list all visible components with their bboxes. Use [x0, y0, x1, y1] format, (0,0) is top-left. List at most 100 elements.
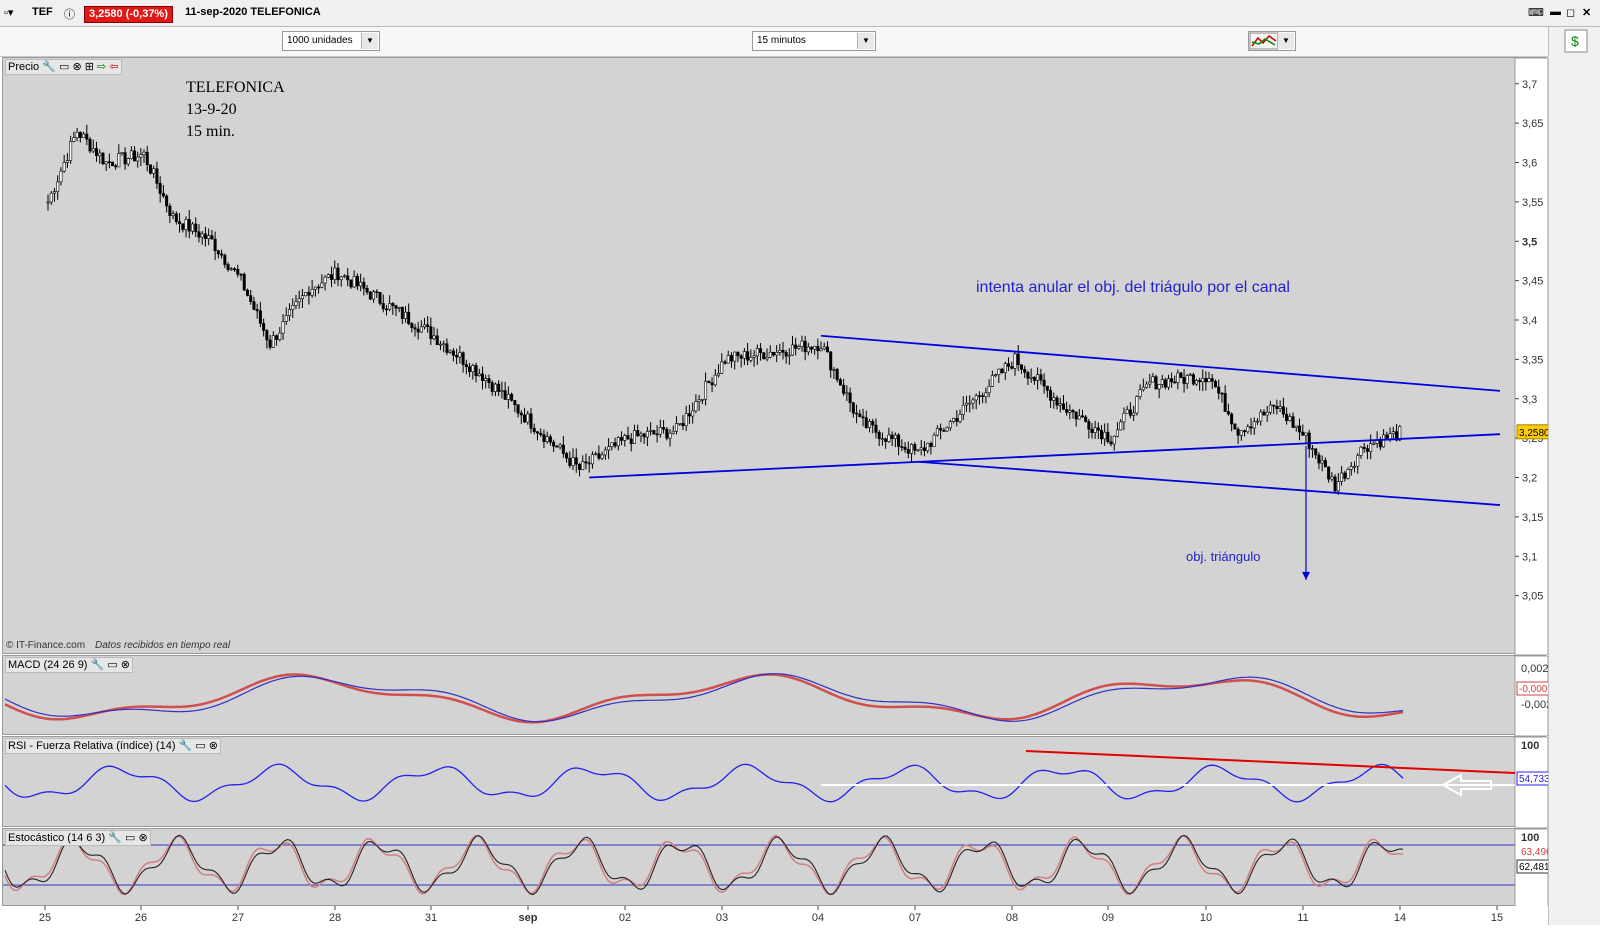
units-select[interactable]: 1000 unidades ▼ — [282, 31, 380, 51]
window-icon[interactable]: ▭ — [125, 832, 135, 844]
rsi-chart[interactable]: 100 54,733 — [3, 737, 1548, 828]
candle-body — [365, 288, 369, 293]
candle-body — [339, 276, 343, 281]
candle-body — [700, 398, 704, 401]
wrench-icon[interactable]: 🔧 — [179, 740, 193, 752]
candle-body — [1304, 432, 1308, 436]
remove-icon[interactable]: ⇦ — [109, 61, 118, 73]
candle-body — [1100, 430, 1104, 440]
candle-body — [974, 395, 978, 401]
candle-body — [294, 301, 298, 306]
candle-body — [720, 361, 724, 374]
wrench-icon[interactable]: 🔧 — [42, 61, 56, 73]
close-icon[interactable]: ✕ — [1582, 6, 1591, 19]
candle-body — [1039, 374, 1043, 381]
candle-body — [129, 150, 133, 159]
candle-body — [642, 433, 646, 438]
candle-body — [422, 324, 426, 328]
chevron-down-icon[interactable]: ▼ — [857, 33, 874, 49]
candle-body — [784, 352, 788, 357]
candle-body — [155, 168, 159, 184]
close-icon[interactable]: ⊗ — [139, 832, 148, 844]
candle-body — [1268, 404, 1272, 413]
candle-body — [1154, 376, 1158, 390]
candle-body — [359, 281, 363, 287]
minimize-icon[interactable]: ▬ — [1550, 6, 1561, 18]
candle-body — [623, 435, 627, 441]
rsi-panel[interactable]: 100 54,733 RSI - Fuerza Relativa (índice)… — [2, 736, 1548, 828]
close-icon[interactable]: ⊗ — [121, 659, 130, 671]
x-tick-label: 14 — [1394, 912, 1406, 924]
candle-body — [1135, 396, 1139, 414]
window-icon[interactable]: ▭ — [59, 61, 69, 73]
candle-body — [1298, 425, 1302, 433]
candle-body — [1176, 372, 1180, 383]
candle-body — [381, 303, 385, 310]
candle-body — [1198, 380, 1202, 383]
candle-body — [1213, 380, 1217, 388]
candle-body — [674, 422, 678, 432]
close-icon[interactable]: ⊗ — [209, 740, 218, 752]
chevron-down-icon[interactable]: ▼ — [1277, 33, 1294, 49]
add-icon[interactable]: ⊞ — [85, 61, 94, 73]
interval-select[interactable]: 15 minutos ▼ — [752, 31, 876, 51]
candle-body — [903, 446, 907, 450]
stoch-line — [4, 834, 1404, 896]
chevron-down-icon[interactable]: ▼ — [361, 33, 378, 49]
candle-body — [945, 427, 949, 432]
candle-body — [1362, 446, 1366, 449]
window-menu-icon[interactable]: ▫▾ — [4, 6, 13, 19]
wrench-icon[interactable]: 🔧 — [108, 832, 122, 844]
candle-body — [1233, 423, 1237, 430]
stochastic-chart[interactable]: 100 63,496 62,481 — [3, 829, 1548, 907]
candle-body — [281, 321, 285, 334]
info-icon[interactable]: ⓘ — [64, 6, 75, 22]
copyright-label: © IT-Finance.com — [6, 640, 85, 651]
candle-body — [284, 315, 288, 322]
candle-body — [1323, 460, 1327, 468]
window-icon[interactable]: ▭ — [107, 659, 117, 671]
macd-panel[interactable]: 0,002 -0,00025 -0,002 MACD (24 26 9) 🔧 ▭ ⊗ — [2, 655, 1548, 736]
stochastic-panel-header: Estocástico (14 6 3) 🔧 ▭ ⊗ — [5, 830, 151, 846]
price-chart[interactable]: 3,73,653,63,553,53,453,43,353,33,253,23,… — [3, 58, 1548, 655]
stochastic-panel[interactable]: 100 63,496 62,481 Estocástico (14 6 3) 🔧 ▭… — [2, 828, 1548, 907]
candle-body — [336, 267, 340, 281]
macd-chart[interactable]: 0,002 -0,00025 -0,002 — [3, 656, 1548, 736]
candle-body — [1151, 376, 1155, 383]
maximize-icon[interactable]: ◻ — [1566, 6, 1575, 19]
candle-body — [56, 181, 60, 192]
close-icon[interactable]: ⊗ — [72, 61, 81, 73]
annotation-target: obj. triángulo — [1186, 549, 1260, 564]
window-icon[interactable]: ▭ — [195, 740, 205, 752]
candle-body — [1356, 455, 1360, 467]
candle-body — [603, 449, 607, 456]
candle-body — [825, 346, 829, 353]
candle-body — [1106, 431, 1110, 443]
price-panel[interactable]: 3,73,653,63,553,53,453,43,353,33,253,23,… — [2, 57, 1548, 655]
candle-body — [759, 348, 763, 353]
candle-body — [445, 343, 449, 353]
candle-body — [687, 413, 691, 417]
wrench-icon[interactable]: 🔧 — [91, 659, 105, 671]
candle-body — [919, 447, 923, 451]
ticker-label[interactable]: TEF — [32, 6, 53, 18]
realtime-note: Datos recibidos en tiempo real — [95, 640, 231, 651]
candle-body — [126, 158, 130, 165]
candle-body — [500, 390, 504, 392]
candle-body — [1029, 376, 1033, 379]
candle-body — [794, 344, 798, 349]
candle-body — [323, 276, 327, 284]
chart-type-button[interactable]: ▼ — [1248, 31, 1296, 51]
candle-body — [438, 343, 442, 346]
refresh-icon[interactable]: $ — [1563, 28, 1589, 54]
candle-body — [1125, 409, 1129, 414]
candle-body — [368, 291, 372, 300]
keyboard-icon[interactable]: ⌨ — [1528, 6, 1544, 19]
candle-body — [1388, 433, 1392, 440]
macd-line — [4, 673, 1404, 723]
candle-body — [120, 152, 124, 154]
export-icon[interactable]: ⇨ — [97, 61, 106, 73]
candle-body — [1281, 406, 1285, 415]
candle-body — [1301, 431, 1305, 436]
candle-body — [1210, 378, 1214, 382]
